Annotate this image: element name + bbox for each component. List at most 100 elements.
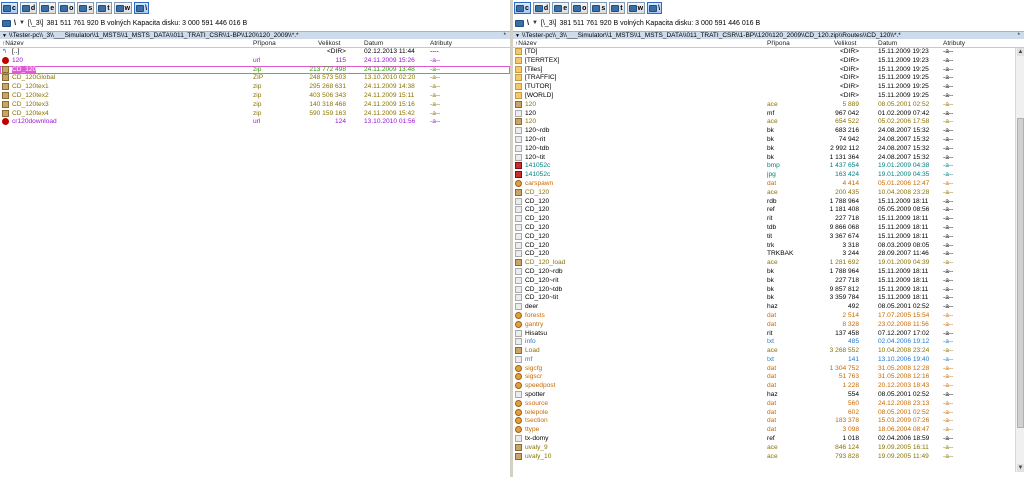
file-row[interactable]: CD_120 ace 200 435 10.04.2008 23:28 -a-- [513, 188, 1024, 198]
file-row[interactable]: 120~tit bk 1 131 364 24.08.2007 15:32 -a-- [513, 153, 1024, 163]
file-row[interactable]: forests dat 2 514 17.07.2005 15:54 -a-- [513, 311, 1024, 321]
file-row[interactable]: Load ace 3 268 552 10.04.2008 23:24 -a-- [513, 347, 1024, 356]
file-row[interactable]: ssource dat 560 24.12.2008 23:13 -a-- [513, 399, 1024, 409]
file-row[interactable]: CD_120~tit bk 3 359 784 15.11.2009 18:11 -a-… [513, 294, 1024, 303]
file-row[interactable]: [WORLD] <DIR> 15.11.2009 19:25 -a-- [513, 91, 1024, 101]
file-row[interactable]: ↰ [..] <DIR> 02.12.2013 11:44 ---- [0, 48, 510, 57]
file-row[interactable]: speedpost dat 1 228 20.12.2003 18:43 -a-- [513, 382, 1024, 391]
drive-button[interactable]: c [514, 2, 531, 14]
drive-button[interactable]: t [609, 2, 625, 14]
file-row[interactable]: sigscr dat 51 763 31.05.2008 12:16 -a-- [513, 373, 1024, 382]
file-row[interactable]: CD_120tex1 zip 295 268 631 24.11.2009 14:38… [0, 83, 510, 92]
drive-button[interactable]: w [113, 2, 133, 14]
drive-button[interactable]: c [1, 2, 18, 14]
file-row[interactable]: 120~rdb bk 683 216 24.08.2007 15:32 -a-- [513, 127, 1024, 136]
left-file-panel[interactable]: c d e o s t w \ \ ▼ [\_3\] 381 511 761 920 B vo… [0, 0, 510, 477]
drive-button[interactable]: d [532, 2, 551, 14]
file-row[interactable]: CD_120tex4 zip 590 159 163 24.11.2009 15:42… [0, 109, 510, 119]
root-button[interactable]: \ [14, 20, 16, 27]
chevron-down-icon[interactable]: ▼ [532, 20, 538, 26]
drive-button[interactable]: \ [134, 2, 150, 14]
column-header[interactable]: ↑Název Přípona Velikost Datum Atributy [0, 40, 510, 48]
file-row[interactable]: ttype dat 3 098 18.06.2004 08:47 -a-- [513, 426, 1024, 435]
drive-button[interactable]: d [19, 2, 38, 14]
file-row[interactable]: carspawn dat 4 414 05.01.2006 12:47 -a-- [513, 179, 1024, 189]
drive-icon[interactable] [515, 19, 524, 27]
scroll-thumb[interactable] [1017, 118, 1024, 428]
file-row[interactable]: [TRAFFIC] <DIR> 15.11.2009 19:25 -a-- [513, 74, 1024, 83]
column-size[interactable]: Velikost [834, 40, 856, 48]
file-row[interactable]: 141052c bmp 1 437 654 19.01.2009 04:38 -a-- [513, 162, 1024, 171]
file-row[interactable]: 120~tdb bk 2 992 112 24.08.2007 15:32 -a-- [513, 144, 1024, 154]
favorites-star-icon[interactable]: * [504, 33, 506, 39]
file-row[interactable]: [TD] <DIR> 15.11.2009 19:23 -a-- [513, 48, 1024, 57]
drive-button[interactable]: o [571, 2, 589, 14]
file-row[interactable]: CD_120 tit 3 367 674 15.11.2009 18:11 -a-- [513, 232, 1024, 242]
file-row[interactable]: tx-domy ref 1 018 02.04.2006 18:59 -a-- [513, 435, 1024, 444]
file-row[interactable]: 141052c jpg 163 424 19.01.2009 04:35 -a-- [513, 171, 1024, 180]
file-row[interactable]: CD_120 tdb 9 866 068 15.11.2009 18:11 -a-- [513, 223, 1024, 233]
column-name[interactable]: ↑Název [2, 40, 24, 48]
file-row[interactable]: 120~rit bk 74 942 24.08.2007 15:32 -a-- [513, 135, 1024, 145]
drive-button[interactable]: t [96, 2, 112, 14]
history-arrow-icon[interactable]: ▼ [515, 33, 520, 39]
file-row[interactable]: CD_120_load ace 1 281 692 19.01.2009 04:39 -… [513, 259, 1024, 268]
file-row[interactable]: spotter haz 554 08.05.2001 02:52 -a-- [513, 391, 1024, 400]
file-row[interactable]: sigcfg dat 1 304 752 31.05.2008 12:28 -a-- [513, 364, 1024, 374]
drive-button[interactable]: o [58, 2, 76, 14]
column-size[interactable]: Velikost [318, 40, 340, 48]
file-row[interactable]: 120 ace 654 522 05.02.2006 17:58 -a-- [513, 118, 1024, 127]
file-row[interactable]: CD_120 TRKBAK 3 244 28.09.2007 11:46 -a-- [513, 250, 1024, 259]
file-row[interactable]: CD_120tex3 zip 140 318 468 24.11.2009 15:16… [0, 100, 510, 110]
drive-button[interactable]: s [77, 2, 95, 14]
file-row[interactable]: telepole dat 602 08.05.2001 02:52 -a-- [513, 408, 1024, 418]
favorites-star-icon[interactable]: * [1018, 33, 1020, 39]
file-row[interactable]: [Tiles] <DIR> 15.11.2009 19:25 -a-- [513, 65, 1024, 75]
column-name[interactable]: ↑Název [515, 40, 537, 48]
file-row[interactable]: deer haz 492 08.05.2001 02:52 -a-- [513, 303, 1024, 312]
file-row[interactable]: [TERRTEX] <DIR> 15.11.2009 19:23 -a-- [513, 56, 1024, 66]
file-row[interactable]: tsection dat 183 378 15.03.2009 07:26 -a-- [513, 417, 1024, 426]
file-row[interactable]: CD_120 rdb 1 788 964 15.11.2009 18:11 -a-- [513, 197, 1024, 207]
root-button[interactable]: \ [527, 20, 529, 27]
vertical-scrollbar[interactable]: ▲ ▼ [1015, 48, 1024, 472]
file-row[interactable]: Hisatsu rit 137 458 07.12.2007 17:02 -a-- [513, 329, 1024, 339]
path-bar[interactable]: ▼ \\Tester-pc\\_3\\___Simulator\\1_MSTS\… [0, 31, 510, 39]
file-row[interactable]: CD_120~tdb bk 9 857 812 15.11.2009 18:11 -a-… [513, 285, 1024, 295]
right-file-panel[interactable]: c d e o s t w \ \ ▼ [\_3\] 381 511 761 920 B vo… [513, 0, 1024, 477]
file-row[interactable]: CD_120 trk 3 318 08.03.2009 08:05 -a-- [513, 241, 1024, 251]
column-date[interactable]: Datum [878, 40, 897, 48]
file-row[interactable]: CD_120~rdb bk 1 788 964 15.11.2009 18:11 -a-… [513, 267, 1024, 277]
drive-button[interactable]: \ [647, 2, 663, 14]
file-row[interactable]: mf txt 141 13.10.2006 19:40 -a-- [513, 355, 1024, 365]
file-row[interactable]: CD_120 ref 1 181 408 05.05.2009 08:56 -a-- [513, 206, 1024, 215]
drive-button[interactable]: s [590, 2, 608, 14]
path-bar[interactable]: ▼ \\Tester-pc\\_3\\___Simulator\\1_MSTS\… [513, 31, 1024, 39]
file-row[interactable]: uvaly_10 ace 793 828 19.09.2005 11:49 -a-- [513, 452, 1024, 462]
scroll-down-arrow-icon[interactable]: ▼ [1017, 464, 1024, 472]
drive-button[interactable]: e [39, 2, 57, 14]
drive-button[interactable]: e [552, 2, 570, 14]
file-row[interactable]: CD_120tex2 zip 403 506 343 24.11.2009 15:11… [0, 91, 510, 101]
file-row[interactable]: gantry dat 8 328 23.02.2008 11:56 -a-- [513, 320, 1024, 330]
file-row[interactable]: CD_120 rit 227 718 15.11.2009 18:11 -a-- [513, 215, 1024, 224]
file-row[interactable]: CD_120Global ZIP 248 573 503 13.10.2010 02:… [0, 74, 510, 83]
file-row[interactable]: cr120download url 124 13.10.2010 01:56 -a-- [0, 118, 510, 127]
column-extension[interactable]: Přípona [767, 40, 790, 48]
file-row[interactable]: uvaly_9 ace 846 124 19.09.2005 16:11 -a-- [513, 443, 1024, 453]
scroll-up-arrow-icon[interactable]: ▲ [1017, 48, 1024, 56]
file-row[interactable]: [TUTOR] <DIR> 15.11.2009 19:25 -a-- [513, 83, 1024, 92]
column-extension[interactable]: Přípona [253, 40, 276, 48]
column-header[interactable]: ↑Název Přípona Velikost Datum Atributy [513, 40, 1024, 48]
drive-button[interactable]: w [626, 2, 646, 14]
file-row[interactable]: CD_120 zip 213 772 498 24.11.2009 13:48 -a-- [0, 65, 510, 75]
file-row[interactable]: 120 url 115 24.11.2009 15:26 -a-- [0, 56, 510, 66]
file-row[interactable]: 120 ace 5 889 08.05.2001 02:52 -a-- [513, 100, 1024, 110]
file-row[interactable]: info txt 485 02.04.2006 19:12 -a-- [513, 338, 1024, 347]
file-row[interactable]: CD_120~rit bk 227 718 15.11.2009 18:11 -a-- [513, 276, 1024, 286]
column-attributes[interactable]: Atributy [430, 40, 452, 48]
drive-icon[interactable] [2, 19, 11, 27]
column-attributes[interactable]: Atributy [943, 40, 965, 48]
column-date[interactable]: Datum [364, 40, 383, 48]
chevron-down-icon[interactable]: ▼ [19, 20, 25, 26]
